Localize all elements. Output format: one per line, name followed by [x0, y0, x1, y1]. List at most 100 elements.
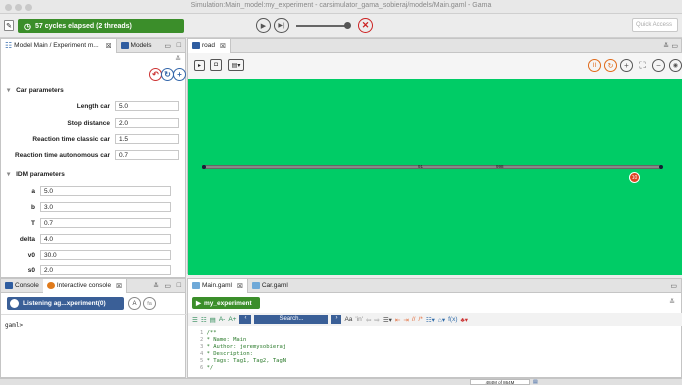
folder-icon	[120, 42, 129, 49]
tab-model-parameters[interactable]: ☷ Model Main / Experiment m... ☒	[1, 38, 117, 53]
sync-icon[interactable]: ↻	[604, 59, 617, 72]
code-line[interactable]: 3 * Author: jeremysobieraj	[200, 344, 286, 350]
car-parameters-section[interactable]: ▾ Car parameters	[7, 86, 64, 94]
car-agent[interactable]: 10	[629, 172, 640, 183]
close-tab-icon[interactable]: ☒	[116, 282, 122, 290]
fit-view-icon[interactable]: ⛶	[636, 59, 649, 72]
view-menu-icon[interactable]: ≚	[175, 55, 181, 63]
code-line[interactable]: 4 * Description:	[200, 351, 253, 357]
camera-icon[interactable]: ◘	[210, 59, 222, 71]
garbage-collect-icon[interactable]: ▤	[533, 379, 538, 385]
section-title: Car parameters	[16, 87, 64, 94]
back-icon[interactable]: ⇦	[366, 316, 371, 324]
tab-road[interactable]: road ☒	[188, 38, 231, 53]
code-line[interactable]: 2 * Name: Main	[200, 337, 246, 343]
step-icon[interactable]: ▶|	[274, 18, 289, 33]
sidebar-toggle-icon[interactable]: ▸	[194, 60, 205, 71]
tab-interactive-console[interactable]: Interactive console ☒	[42, 278, 127, 293]
list-icon[interactable]: ☷	[201, 316, 207, 324]
match-case-toggle[interactable]: Aa	[344, 316, 352, 323]
comment-toggle[interactable]: //	[412, 316, 416, 323]
speed-slider-handle[interactable]	[344, 22, 351, 29]
param-input[interactable]: 2.0	[40, 265, 171, 275]
snapshot-icon[interactable]: ◉	[669, 59, 682, 72]
search-input[interactable]: Search...	[254, 315, 329, 324]
param-input[interactable]: 4.0	[40, 234, 171, 244]
whole-word-toggle[interactable]: 'in'	[355, 316, 363, 323]
species-icon[interactable]: ♣▾	[461, 316, 469, 324]
layers-icon[interactable]: ▤▾	[228, 59, 244, 71]
param-input[interactable]: 0.7	[115, 150, 179, 160]
minimize-view-icon[interactable]: ▭	[670, 282, 677, 290]
quick-access-field[interactable]: Quick Access	[632, 18, 678, 32]
font-larger-icon[interactable]: A+	[228, 316, 236, 323]
zoom-in-icon[interactable]: +	[620, 59, 633, 72]
tab-car-gaml[interactable]: Car.gaml	[248, 279, 292, 293]
memory-indicator[interactable]: 484M of 864M	[470, 379, 530, 385]
minimize-view-icon[interactable]: ▭	[164, 282, 171, 290]
edit-icon[interactable]: ✎	[4, 20, 14, 31]
simulation-canvas[interactable]: 91 998 10	[188, 79, 682, 275]
agent-context-button[interactable]: A	[128, 297, 141, 310]
listening-label: Listening ag...xperiment(0)	[23, 300, 106, 307]
code-line[interactable]: 6 */	[200, 365, 213, 371]
block-comment-toggle[interactable]: /*	[418, 316, 422, 323]
param-row-stop-distance: Stop distance 2.0	[1, 117, 187, 129]
close-tab-icon[interactable]: ☒	[220, 42, 226, 50]
minimize-view-icon[interactable]: ▭	[164, 42, 171, 50]
tab-label: Model Main / Experiment m...	[14, 42, 99, 49]
param-input[interactable]: 0.7	[40, 218, 171, 228]
play-icon[interactable]: ▶	[256, 18, 271, 33]
close-tab-icon[interactable]: ☒	[106, 42, 112, 50]
param-input[interactable]: 30.0	[40, 250, 171, 260]
building-icon[interactable]: ⌂▾	[438, 316, 445, 324]
stop-icon[interactable]: ✕	[358, 18, 373, 33]
listening-agent-button[interactable]: Listening ag...xperiment(0)	[7, 297, 124, 310]
param-row-b: b 3.0	[1, 201, 187, 213]
view-menu-icon[interactable]: ≚	[663, 42, 669, 50]
zoom-out-icon[interactable]: −	[652, 59, 665, 72]
pause-icon[interactable]: II	[588, 59, 601, 72]
param-row-v0: v0 30.0	[1, 249, 187, 261]
collapse-icon: ▾	[7, 171, 11, 178]
maximize-view-icon[interactable]: □	[177, 282, 181, 289]
shift-right-icon[interactable]: ⇥	[403, 316, 408, 324]
outline-icon[interactable]: ☰	[192, 316, 198, 324]
search-next-icon[interactable]: ›	[331, 315, 342, 324]
status-bar: 484M of 864M ▤	[0, 378, 682, 385]
view-menu-icon[interactable]: ≚	[669, 298, 675, 306]
minimize-view-icon[interactable]: ▭	[671, 42, 678, 50]
format-icon[interactable]: ▤	[210, 316, 216, 324]
param-input[interactable]: 2.0	[115, 118, 179, 128]
forward-icon[interactable]: ⇨	[374, 316, 379, 324]
function-insert[interactable]: f(x)	[448, 316, 457, 323]
tab-main-gaml[interactable]: Main.gaml ☒	[188, 278, 248, 293]
param-input[interactable]: 3.0	[40, 202, 171, 212]
add-icon[interactable]: +	[173, 68, 186, 81]
console-prompt[interactable]: gaml>	[5, 322, 23, 329]
cycles-status[interactable]: ◷ 57 cycles elapsed (2 threads)	[18, 19, 184, 33]
tab-console[interactable]: Console	[1, 279, 43, 293]
idm-parameters-section[interactable]: ▾ IDM parameters	[7, 170, 65, 178]
tab-models[interactable]: Models	[117, 39, 156, 53]
param-input[interactable]: 5.0	[40, 186, 171, 196]
close-tab-icon[interactable]: ☒	[237, 282, 243, 290]
run-experiment-button[interactable]: ▶ my_experiment	[192, 297, 260, 309]
gaml-file-icon	[192, 282, 200, 289]
function-context-button[interactable]: fa	[143, 297, 156, 310]
code-line[interactable]: 1 /**	[200, 330, 217, 336]
shift-left-icon[interactable]: ⇤	[395, 316, 400, 324]
param-input[interactable]: 5.0	[115, 101, 179, 111]
maximize-view-icon[interactable]: □	[177, 42, 181, 49]
font-smaller-icon[interactable]: A-	[219, 316, 226, 323]
search-prev-icon[interactable]: ‹	[239, 315, 252, 324]
param-input[interactable]: 1.5	[115, 134, 179, 144]
menu-icon[interactable]: ☰▾	[383, 316, 392, 324]
param-label: Length car	[76, 102, 110, 110]
code-line[interactable]: 5 * Tags: Tag1, Tag2, TagN	[200, 358, 286, 364]
speed-slider-track[interactable]	[296, 25, 348, 27]
view-menu-icon[interactable]: ≚	[153, 282, 159, 290]
display-panel: road ☒ ≚ ▭ ▸ ◘ ▤▾ II ↻ + ⛶ − ◉ 91 998 10	[187, 38, 682, 275]
display-icon	[192, 42, 200, 49]
template-icon[interactable]: ☷▾	[426, 316, 435, 324]
